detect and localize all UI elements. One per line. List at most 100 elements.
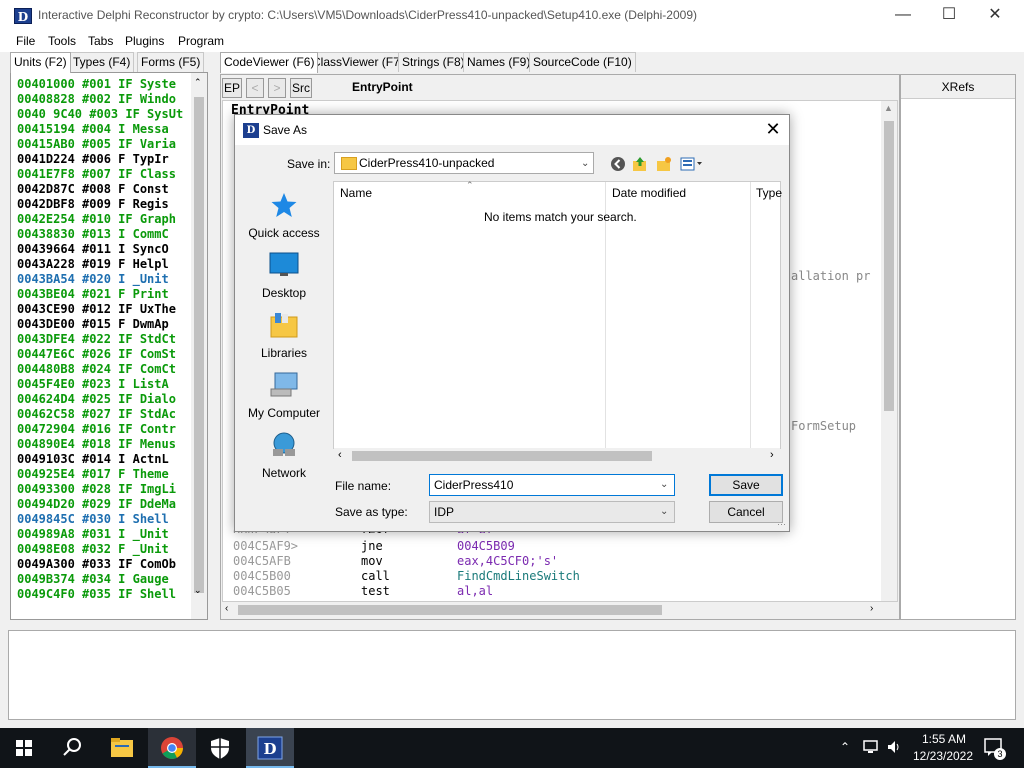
clock-date[interactable]: 12/23/2022: [912, 749, 974, 763]
maximize-button[interactable]: ☐: [926, 0, 972, 32]
unit-row[interactable]: 0042D87C #008 F Const: [17, 182, 191, 197]
dialog-close-button[interactable]: ✕: [761, 119, 785, 141]
unit-row[interactable]: 0043A228 #019 F Helpl: [17, 257, 191, 272]
security-icon[interactable]: [196, 728, 244, 768]
tab-classviewer[interactable]: ClassViewer (F7): [308, 52, 408, 72]
unit-row[interactable]: 0041D224 #006 F TypIr: [17, 152, 191, 167]
unit-row[interactable]: 0049A300 #033 IF ComOb: [17, 557, 191, 572]
chrome-icon[interactable]: [148, 728, 196, 768]
menu-plugins[interactable]: Plugins: [125, 34, 164, 48]
unit-row[interactable]: 00462C58 #027 IF StdAc: [17, 407, 191, 422]
column-name[interactable]: Name: [340, 186, 372, 200]
source-button[interactable]: Src: [290, 78, 312, 98]
units-scrollbar[interactable]: ⌃ ⌄: [191, 73, 207, 619]
place-desktop[interactable]: Desktop: [241, 251, 327, 300]
column-type[interactable]: Type: [756, 186, 782, 200]
unit-row[interactable]: 0043BA54 #020 I _Unit: [17, 272, 191, 287]
place-network[interactable]: Network: [241, 431, 327, 480]
unit-row[interactable]: 004624D4 #025 IF Dialo: [17, 392, 191, 407]
network-tray-icon[interactable]: [862, 738, 880, 759]
volume-icon[interactable]: [886, 738, 904, 759]
unit-row[interactable]: 004925E4 #017 F Theme: [17, 467, 191, 482]
tab-forms[interactable]: Forms (F5): [137, 52, 205, 72]
unit-row[interactable]: 0042E254 #010 IF Graph: [17, 212, 191, 227]
unit-row[interactable]: 0041E7F8 #007 IF Class: [17, 167, 191, 182]
unit-row[interactable]: 00415AB0 #005 IF Varia: [17, 137, 191, 152]
unit-row[interactable]: 004480B8 #024 IF ComCt: [17, 362, 191, 377]
unit-row[interactable]: 0045F4E0 #023 I ListA: [17, 377, 191, 392]
place-my-computer[interactable]: My Computer: [241, 371, 327, 420]
unit-row[interactable]: 00447E6C #026 IF ComSt: [17, 347, 191, 362]
file-list-hscrollbar[interactable]: ‹ ›: [334, 448, 780, 464]
code-hscrollbar[interactable]: ‹ ›: [222, 602, 882, 618]
unit-row[interactable]: 0040 9C40 #003 IF SysUt: [17, 107, 191, 122]
new-folder-icon[interactable]: [655, 156, 673, 172]
tab-sourcecode[interactable]: SourceCode (F10): [529, 52, 636, 72]
tab-names[interactable]: Names (F9): [463, 52, 535, 72]
unit-row[interactable]: 0049103C #014 I ActnL: [17, 452, 191, 467]
unit-row[interactable]: 00472904 #016 IF Contr: [17, 422, 191, 437]
place-libraries[interactable]: Libraries: [241, 311, 327, 360]
chevron-down-icon[interactable]: ⌄: [660, 479, 668, 490]
unit-row[interactable]: 00493300 #028 IF ImgLi: [17, 482, 191, 497]
file-name-input[interactable]: CiderPress410 ⌄: [429, 474, 675, 496]
code-line[interactable]: 004C5B05 test al,al: [233, 584, 693, 598]
save-in-dropdown[interactable]: CiderPress410-unpacked ⌄: [334, 152, 594, 174]
cancel-button[interactable]: Cancel: [709, 501, 783, 523]
unit-row[interactable]: 0042DBF8 #009 F Regis: [17, 197, 191, 212]
scroll-left-icon[interactable]: ‹: [225, 603, 228, 614]
scroll-down-icon[interactable]: ⌄: [194, 585, 202, 596]
unit-row[interactable]: 0043DFE4 #022 IF StdCt: [17, 332, 191, 347]
code-hscroll-thumb[interactable]: [238, 605, 662, 615]
unit-row[interactable]: 00494D20 #029 IF DdeMa: [17, 497, 191, 512]
unit-row[interactable]: 0043DE00 #015 F DwmAp: [17, 317, 191, 332]
unit-row[interactable]: 004989A8 #031 I _Unit: [17, 527, 191, 542]
column-date-modified[interactable]: Date modified: [612, 186, 686, 200]
unit-row[interactable]: 0049845C #030 I Shell: [17, 512, 191, 527]
code-line[interactable]: 004C5AFB mov eax,4C5CF0;'s': [233, 554, 693, 568]
unit-row[interactable]: 0043BE04 #021 F Print: [17, 287, 191, 302]
up-folder-icon[interactable]: [631, 156, 649, 172]
unit-row[interactable]: 0049B374 #034 I Gauge: [17, 572, 191, 587]
search-icon[interactable]: [48, 728, 96, 768]
file-list[interactable]: ⌃ Name Date modified Type No items match…: [333, 180, 782, 464]
menu-tools[interactable]: Tools: [48, 34, 76, 48]
start-button[interactable]: [0, 728, 48, 768]
unit-row[interactable]: 00415194 #004 I Messa: [17, 122, 191, 137]
unit-row[interactable]: 00439664 #011 I SyncO: [17, 242, 191, 257]
tab-units[interactable]: Units (F2): [10, 52, 71, 73]
xrefs-header[interactable]: XRefs: [901, 75, 1015, 99]
unit-row[interactable]: 0043CE90 #012 IF UxThe: [17, 302, 191, 317]
menu-file[interactable]: File: [16, 34, 35, 48]
scroll-right-icon[interactable]: ›: [770, 449, 774, 461]
save-button[interactable]: Save: [709, 474, 783, 496]
back-button[interactable]: <: [246, 78, 264, 98]
tab-strings[interactable]: Strings (F8): [398, 52, 469, 72]
save-as-type-select[interactable]: IDP ⌄: [429, 501, 675, 523]
clock-time[interactable]: 1:55 AM: [916, 732, 972, 746]
units-scroll-thumb[interactable]: [194, 97, 204, 593]
view-menu-icon[interactable]: [679, 156, 705, 172]
file-list-scroll-thumb[interactable]: [352, 451, 652, 461]
code-line[interactable]: 004C5B00 call FindCmdLineSwitch: [233, 569, 693, 583]
chevron-up-icon[interactable]: ⌃: [840, 740, 850, 754]
back-nav-icon[interactable]: [609, 156, 627, 172]
place-quick-access[interactable]: Quick access: [241, 191, 327, 240]
unit-row[interactable]: 00498E08 #032 F _Unit: [17, 542, 191, 557]
scroll-right-icon[interactable]: ›: [870, 603, 873, 614]
tab-types[interactable]: Types (F4): [69, 52, 135, 72]
forward-button[interactable]: >: [268, 78, 286, 98]
tab-codeviewer[interactable]: CodeViewer (F6): [220, 52, 319, 73]
scroll-up-icon[interactable]: ▲: [884, 103, 893, 113]
code-line[interactable]: 004C5AF9> jne 004C5B09: [233, 539, 693, 553]
scroll-left-icon[interactable]: ‹: [338, 449, 342, 461]
menu-program[interactable]: Program: [178, 34, 224, 48]
unit-row[interactable]: 00408828 #002 IF Windo: [17, 92, 191, 107]
menu-tabs[interactable]: Tabs: [88, 34, 113, 48]
scroll-up-icon[interactable]: ⌃: [194, 77, 202, 88]
entrypoint-button[interactable]: EP: [222, 78, 242, 98]
close-button[interactable]: ✕: [972, 0, 1018, 32]
unit-row[interactable]: 00438830 #013 I CommC: [17, 227, 191, 242]
resize-grip-icon[interactable]: ⋯: [777, 519, 786, 530]
unit-row[interactable]: 00401000 #001 IF Syste: [17, 77, 191, 92]
